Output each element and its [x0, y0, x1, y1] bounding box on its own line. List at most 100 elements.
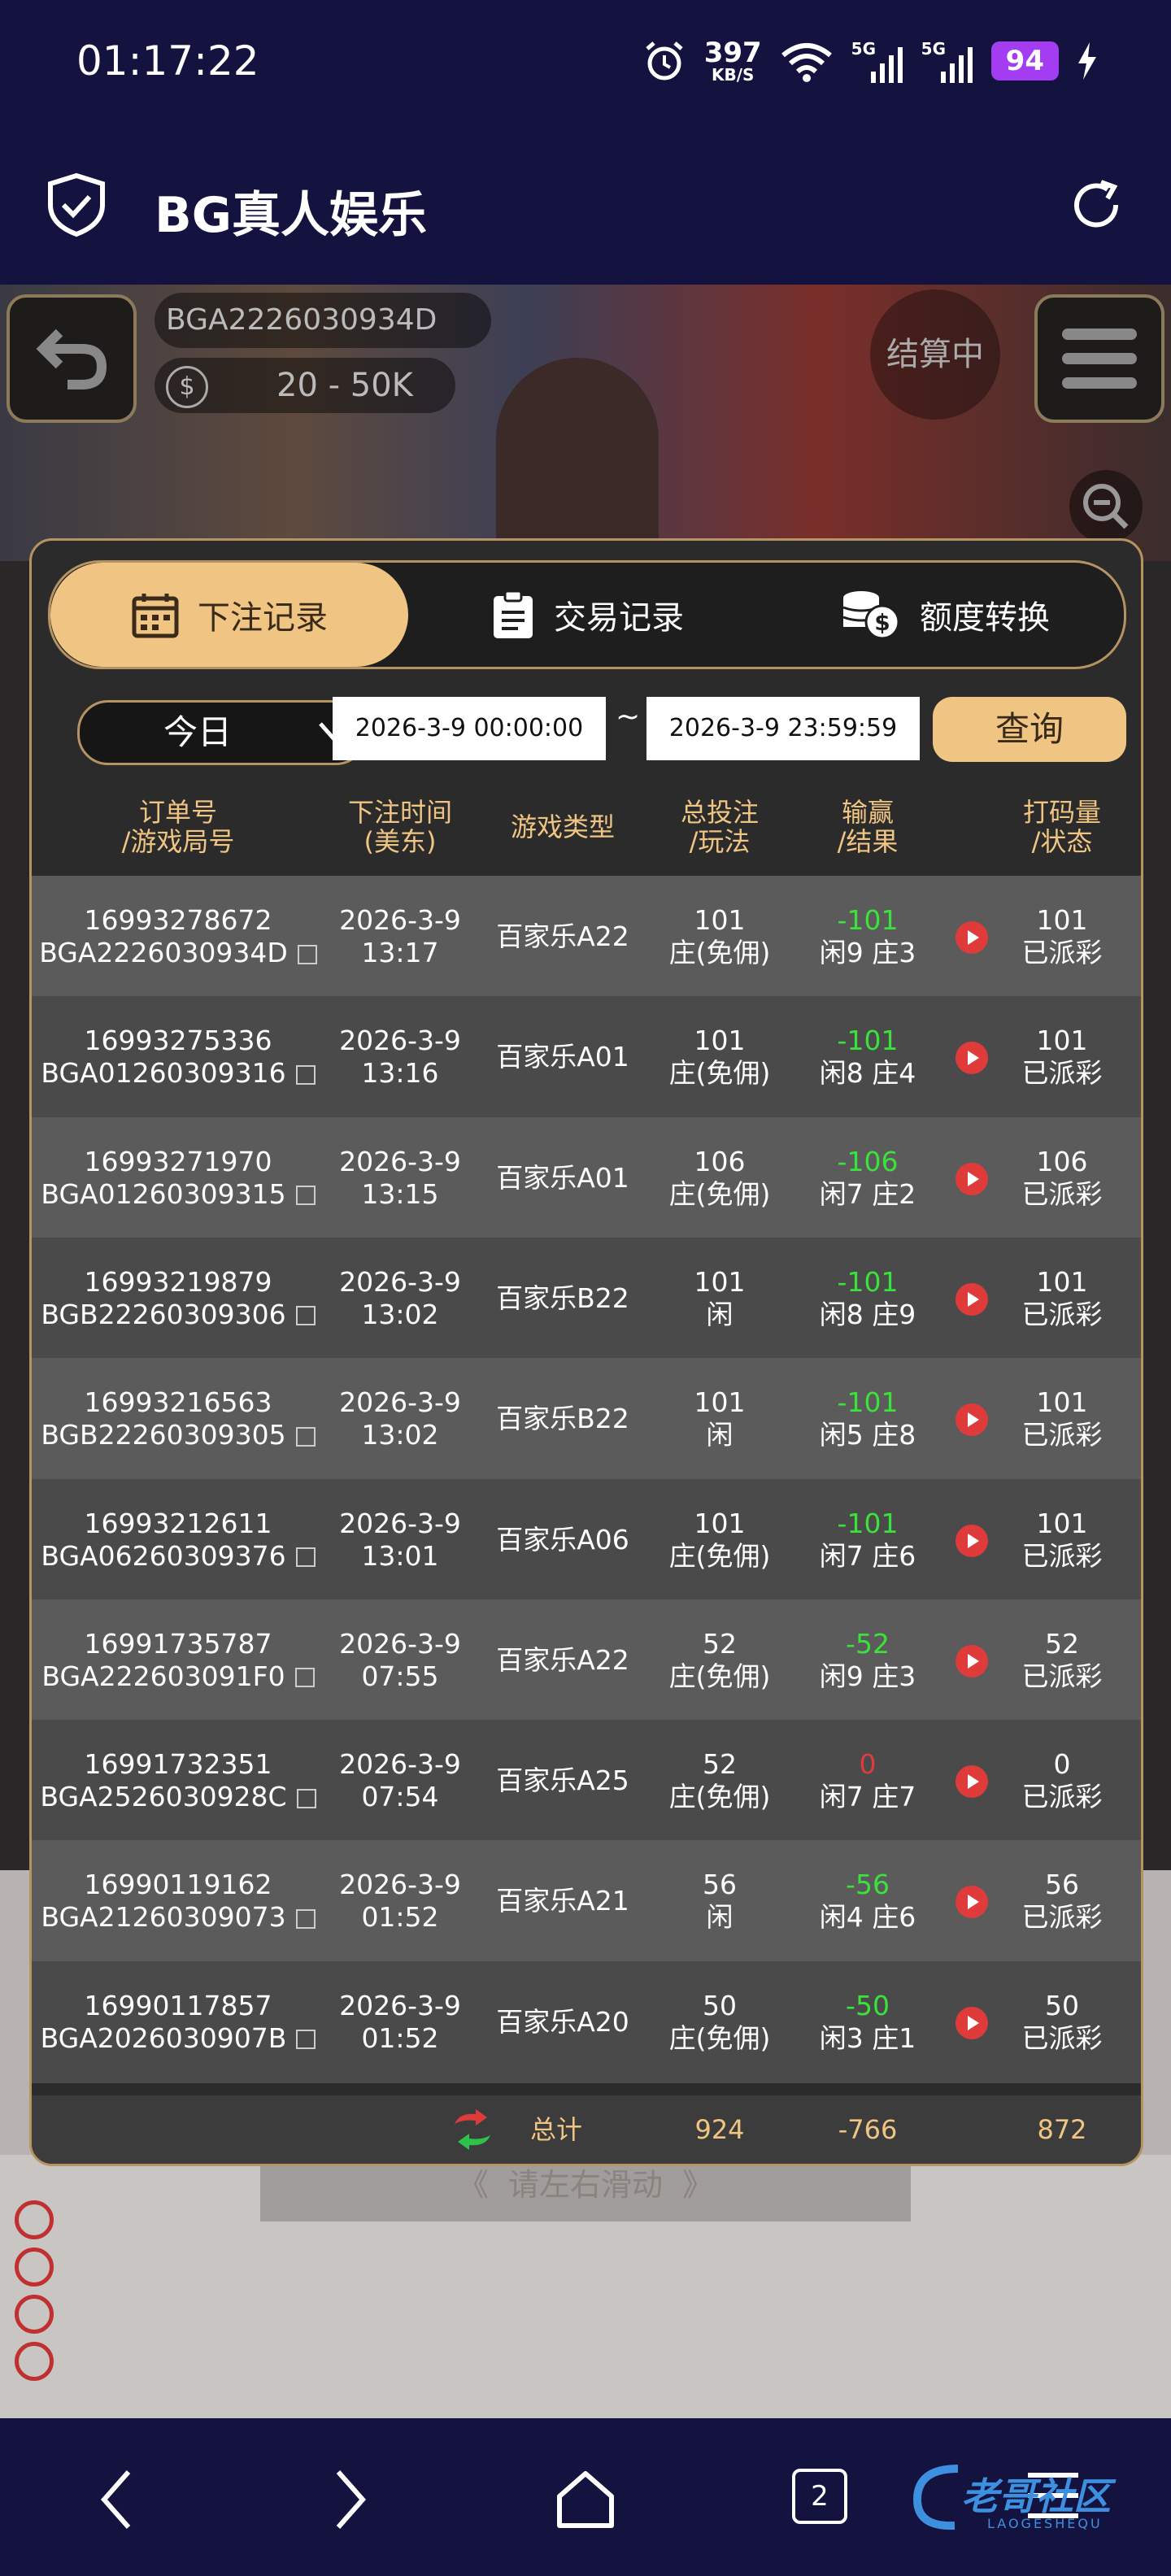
- bet-amount: 106: [694, 1145, 746, 1177]
- tab-transaction-records[interactable]: 交易记录: [416, 563, 758, 667]
- game-type: 百家乐A01: [496, 1161, 629, 1194]
- copy-icon[interactable]: [295, 1064, 316, 1085]
- bet-amount: 101: [694, 1386, 746, 1419]
- copy-icon[interactable]: [295, 1547, 316, 1567]
- win-amount: -50: [846, 1989, 890, 2021]
- table-row[interactable]: 16993278672 BGA2226030934D 2026-3-9 13:17 百家…: [32, 876, 1141, 998]
- bet-cell: 101 庄(免佣): [650, 876, 790, 998]
- signal-5g-2: 5G: [921, 39, 973, 83]
- game-type: 百家乐B22: [496, 1281, 629, 1314]
- round-number: BGA01260309316: [41, 1057, 286, 1090]
- table-row[interactable]: 16990117857 BGA2026030907B 2026-3-9 01:52 百家…: [32, 1960, 1141, 2083]
- tab-bet-records[interactable]: 下注记录: [50, 563, 408, 667]
- bet-time-cell: 2026-3-9 07:55: [324, 1599, 476, 1721]
- col-total-bet: 总投注/玩法: [680, 797, 759, 857]
- game-type-cell: 百家乐B22: [476, 1238, 650, 1360]
- copy-icon[interactable]: [296, 1788, 316, 1808]
- order-cell: 16993216563 BGB22260309305: [32, 1358, 324, 1480]
- copy-icon[interactable]: [295, 1426, 316, 1447]
- copy-icon[interactable]: [294, 1668, 315, 1688]
- round-result: 闲5 庄8: [819, 1419, 916, 1451]
- round-result: 闲8 庄9: [819, 1298, 916, 1330]
- menu-button[interactable]: [1034, 294, 1164, 423]
- game-type-cell: 百家乐A25: [476, 1720, 650, 1842]
- swap-icon: [455, 2109, 490, 2150]
- turnover-amount: 52: [1045, 1627, 1079, 1660]
- bet-amount: 50: [703, 1989, 737, 2021]
- col-bet-time: 下注时间 (美东): [347, 797, 452, 857]
- calendar-icon: [132, 594, 179, 638]
- turnover-amount: 50: [1045, 1989, 1079, 2021]
- turnover-cell: 101 已派彩: [983, 996, 1141, 1118]
- status-icons: 397 KB/S 5G 5G 94: [642, 33, 1098, 89]
- query-button[interactable]: 查询: [933, 697, 1126, 762]
- game-type: 百家乐A01: [496, 1041, 629, 1073]
- game-type-cell: 百家乐A01: [476, 1117, 650, 1239]
- copy-icon[interactable]: [295, 1186, 316, 1206]
- tab-credit-transfer[interactable]: $ 额度转换: [766, 563, 1124, 667]
- payout-status: 已派彩: [1021, 1298, 1103, 1330]
- win-amount: -101: [837, 1507, 899, 1539]
- bet-time: 13:16: [361, 1057, 439, 1090]
- zoom-out-icon: [1083, 484, 1129, 529]
- totals-turnover: 872: [1037, 2114, 1087, 2145]
- bet-time-cell: 2026-3-9 13:01: [324, 1479, 476, 1601]
- game-type-cell: 百家乐A22: [476, 876, 650, 998]
- copy-icon[interactable]: [295, 1306, 316, 1326]
- game-type-cell: 百家乐A01: [476, 996, 650, 1118]
- copy-icon[interactable]: [297, 944, 317, 964]
- room-code: BGA2226030934D: [155, 293, 491, 348]
- refresh-icon[interactable]: [1067, 176, 1125, 234]
- network-speed: 397 KB/S: [703, 37, 762, 85]
- start-datetime-input[interactable]: 2026-3-9 00:00:00: [333, 697, 606, 760]
- home-icon[interactable]: [553, 2467, 618, 2532]
- bet-time-cell: 2026-3-9 13:16: [324, 996, 476, 1118]
- table-row[interactable]: 16993275336 BGA01260309316 2026-3-9 13:16 百家…: [32, 996, 1141, 1119]
- turnover-amount: 101: [1036, 1265, 1088, 1298]
- turnover-amount: 101: [1036, 1025, 1088, 1057]
- round-number: BGA2026030907B: [40, 2021, 287, 2054]
- turnover-amount: 101: [1036, 904, 1088, 936]
- zoom-button[interactable]: [1069, 470, 1143, 543]
- forward-arrow-icon[interactable]: [325, 2467, 374, 2532]
- day-select[interactable]: 今日: [77, 700, 367, 765]
- signal-5g-1: 5G: [851, 39, 903, 83]
- order-number: 16990119162: [84, 1869, 272, 1901]
- turnover-cell: 50 已派彩: [983, 1961, 1141, 2083]
- back-button[interactable]: [7, 294, 137, 423]
- table-row[interactable]: 16993271970 BGA01260309315 2026-3-9 13:15 百家…: [32, 1116, 1141, 1239]
- payout-status: 已派彩: [1021, 1057, 1103, 1090]
- round-result: 闲4 庄6: [819, 1901, 916, 1934]
- back-arrow-icon[interactable]: [93, 2467, 141, 2532]
- signal-bars-icon: [940, 47, 973, 83]
- menu-icon: [1062, 329, 1137, 340]
- bet-record-dialog: 下注记录 交易记录 $ 额度转换 今日 2026-3-9 00:00:00 ~ …: [29, 538, 1143, 2166]
- table-row[interactable]: 16993219879 BGB22260309306 2026-3-9 13:02 百家…: [32, 1237, 1141, 1360]
- bet-cell: 52 庄(免佣): [650, 1720, 790, 1842]
- round-number: BGA2526030928C: [40, 1781, 287, 1813]
- win-amount: -52: [846, 1627, 890, 1660]
- turnover-cell: 101 已派彩: [983, 876, 1141, 998]
- copy-icon[interactable]: [295, 1908, 316, 1929]
- table-row[interactable]: 16991735787 BGA222603091F0 2026-3-9 07:55 百家…: [32, 1599, 1141, 1721]
- bet-limit: $ 20 - 50K: [155, 358, 455, 413]
- wifi-icon: [781, 43, 832, 82]
- bet-time: 07:55: [361, 1660, 439, 1692]
- table-row[interactable]: 16990119162 BGA21260309073 2026-3-9 01:52 百家…: [32, 1840, 1141, 1963]
- win-cell: -106 闲7 庄2: [790, 1117, 946, 1239]
- turnover-amount: 101: [1036, 1386, 1088, 1419]
- road-marker: [15, 2295, 54, 2334]
- table-row[interactable]: 16993216563 BGB22260309305 2026-3-9 13:02 百家…: [32, 1358, 1141, 1481]
- bet-time-cell: 2026-3-9 07:54: [324, 1720, 476, 1842]
- table-row[interactable]: 16993212611 BGA06260309376 2026-3-9 13:01 百家…: [32, 1478, 1141, 1601]
- win-cell: 0 闲7 庄7: [790, 1720, 946, 1842]
- game-type-cell: 百家乐A22: [476, 1599, 650, 1721]
- tabs-count-button[interactable]: 2: [792, 2469, 847, 2524]
- copy-icon[interactable]: [296, 2030, 316, 2050]
- round-number: BGA2226030934D: [39, 937, 288, 968]
- table-row[interactable]: 16991732351 BGA2526030928C 2026-3-9 07:54 百家…: [32, 1720, 1141, 1843]
- round-number: BGB22260309305: [41, 1419, 286, 1451]
- col-turnover: 打码量/状态: [1022, 797, 1101, 857]
- end-datetime-input[interactable]: 2026-3-9 23:59:59: [646, 697, 920, 760]
- payout-status: 已派彩: [1021, 937, 1103, 968]
